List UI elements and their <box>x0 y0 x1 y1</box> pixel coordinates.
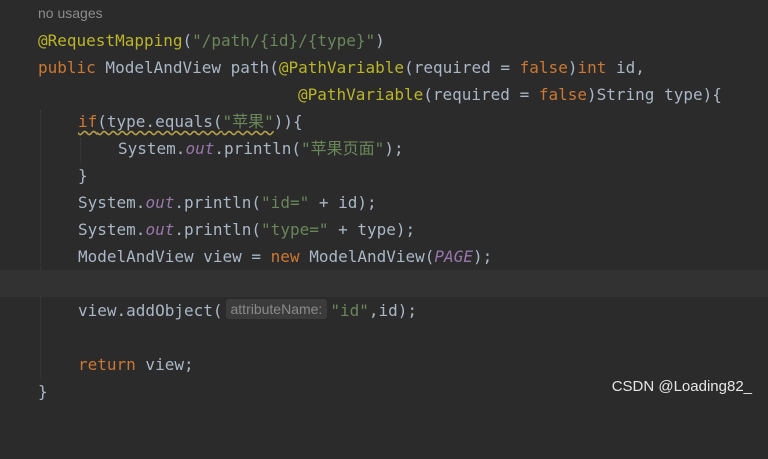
current-line[interactable] <box>0 270 768 297</box>
string-literal: "苹果页面" <box>301 139 385 158</box>
code-line: return view; <box>0 351 768 378</box>
code-token: } <box>38 382 48 401</box>
parameter-hint: attributeName: <box>225 299 328 319</box>
code-token: + id); <box>309 193 377 212</box>
code-line: if(type.equals("苹果")){ <box>0 108 768 135</box>
code-token: ModelAndView view = <box>78 247 271 266</box>
constant: PAGE <box>434 247 473 266</box>
code-token: ModelAndView <box>95 58 231 77</box>
code-line: view.addObject(attributeName: "id",id); <box>0 297 768 324</box>
annotation: @RequestMapping <box>38 31 183 50</box>
annotation: @PathVariable <box>278 58 405 77</box>
code-line: ModelAndView view = new ModelAndView(PAG… <box>0 243 768 270</box>
code-token: view.addObject( <box>78 301 223 320</box>
keyword: public <box>38 58 96 77</box>
code-token: .println( <box>214 139 302 158</box>
keyword: new <box>270 247 300 266</box>
code-token: .println( <box>174 220 262 239</box>
code-token: .println( <box>174 193 262 212</box>
code-token: ,id); <box>368 301 418 320</box>
code-token: view; <box>135 355 194 374</box>
string-literal: "id=" <box>261 193 310 212</box>
static-field: out <box>185 139 215 158</box>
code-token: ( <box>182 31 193 50</box>
code-token: ModelAndView( <box>299 247 435 266</box>
code-token: id, <box>606 58 645 77</box>
code-token: (required = <box>404 58 520 77</box>
code-token: System. <box>118 139 186 158</box>
code-token: )){ <box>273 112 303 131</box>
code-token: (required = <box>423 85 539 104</box>
code-line: System.out.println("type=" + type); <box>0 216 768 243</box>
string-literal: "type=" <box>261 220 329 239</box>
keyword: int <box>577 58 607 77</box>
static-field: out <box>145 220 175 239</box>
keyword: false <box>538 85 587 104</box>
code-token: ); <box>384 139 404 158</box>
code-token: + type); <box>328 220 416 239</box>
code-token: ( <box>269 58 279 77</box>
code-editor[interactable]: no usages @RequestMapping("/path/{id}/{t… <box>0 0 768 405</box>
code-line: System.out.println("id=" + id); <box>0 189 768 216</box>
code-token: System. <box>78 220 146 239</box>
code-line: @PathVariable(required = false)String ty… <box>0 81 768 108</box>
string-literal: "苹果" <box>222 112 274 131</box>
code-token: ); <box>472 247 493 266</box>
code-token: } <box>78 166 88 185</box>
code-token: (type.equals( <box>97 112 223 131</box>
keyword: false <box>519 58 568 77</box>
code-token: ) <box>375 31 385 50</box>
code-token: System. <box>78 193 146 212</box>
code-line: @RequestMapping("/path/{id}/{type}") <box>0 27 768 54</box>
code-line: System.out.println("苹果页面"); <box>0 135 768 162</box>
code-line: } <box>0 162 768 189</box>
method-name: path <box>230 58 270 77</box>
string-literal: "/path/{id}/{type}" <box>192 31 376 50</box>
usages-hint[interactable]: no usages <box>38 5 103 21</box>
string-literal: "id" <box>330 301 369 320</box>
annotation: @PathVariable <box>298 85 424 104</box>
code-line: public ModelAndView path(@PathVariable(r… <box>0 54 768 81</box>
keyword: return <box>78 355 136 374</box>
keyword: if <box>78 112 98 131</box>
code-token: )String type){ <box>587 85 722 104</box>
watermark: CSDN @Loading82_ <box>611 378 752 395</box>
static-field: out <box>145 193 175 212</box>
